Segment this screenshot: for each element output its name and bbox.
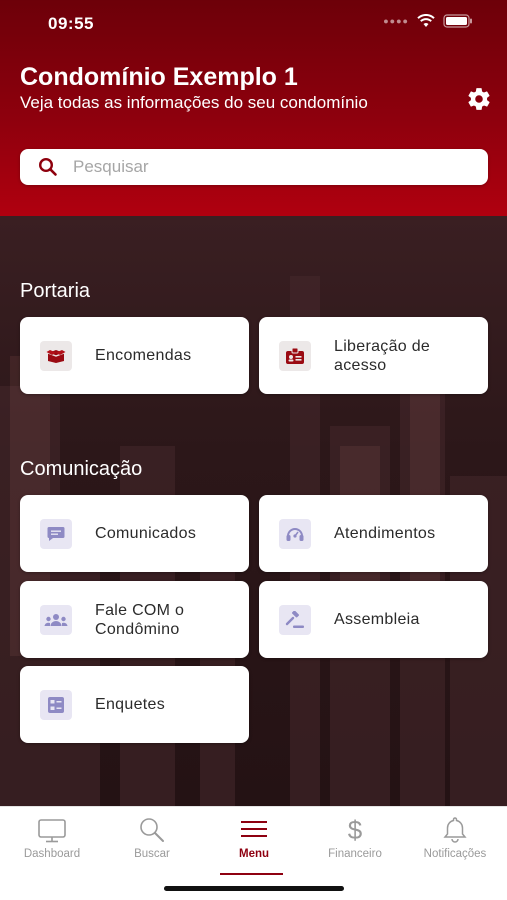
home-indicator	[164, 886, 344, 891]
menu-card-fale-com-condomino[interactable]: Fale COM o Condômino	[20, 581, 249, 658]
monitor-icon	[38, 819, 66, 843]
menu-card-label: Liberação de acesso	[334, 338, 431, 374]
page-title: Condomínio Exemplo 1	[20, 63, 298, 91]
tab-label: Dashboard	[23, 848, 81, 860]
package-icon	[40, 341, 72, 371]
page-subtitle: Veja todas as informações do seu condomí…	[20, 93, 368, 112]
message-icon	[40, 519, 72, 549]
menu-card-label: Atendimentos	[334, 525, 436, 542]
tab-label: Notificações	[423, 848, 487, 860]
battery-icon	[443, 14, 472, 28]
tab-label: Menu	[238, 848, 270, 860]
wifi-icon	[417, 14, 435, 27]
menu-card-liberacao-acesso[interactable]: Liberação de acesso	[259, 317, 488, 394]
bell-icon	[443, 817, 467, 843]
tab-label: Financeiro	[328, 848, 382, 860]
menu-card-encomendas[interactable]: Encomendas	[20, 317, 249, 394]
status-bar: 09:55 ●●●●	[0, 0, 507, 46]
dollar-icon: $	[348, 815, 363, 845]
tab-financeiro[interactable]: $ Financeiro	[305, 815, 405, 860]
header: 09:55 ●●●● Condomínio Exemplo 1 Veja tod…	[0, 0, 507, 216]
id-badge-icon	[279, 341, 311, 371]
menu-card-atendimentos[interactable]: Atendimentos	[259, 495, 488, 572]
poll-icon	[40, 690, 72, 720]
svg-text:$: $	[348, 815, 363, 845]
signal-dots-icon: ●●●●	[383, 16, 409, 26]
menu-card-label: Fale COM o Condômino	[95, 602, 185, 638]
people-icon	[40, 605, 72, 635]
menu-card-assembleia[interactable]: Assembleia	[259, 581, 488, 658]
search-input[interactable]	[73, 149, 473, 185]
menu-icon	[241, 821, 267, 837]
tab-notificacoes[interactable]: Notificações	[405, 815, 505, 860]
menu-card-label: Comunicados	[95, 525, 197, 542]
gavel-icon	[279, 605, 311, 635]
tab-menu[interactable]: Menu	[204, 815, 304, 875]
menu-card-enquetes[interactable]: Enquetes	[20, 666, 249, 743]
section-title-comunicacao: Comunicação	[20, 458, 143, 480]
section-title-portaria: Portaria	[20, 280, 91, 302]
active-tab-indicator	[220, 873, 283, 875]
tab-label: Buscar	[134, 848, 170, 860]
menu-card-label: Enquetes	[95, 696, 166, 713]
search-icon	[140, 818, 164, 842]
menu-card-label: Encomendas	[95, 347, 192, 364]
search-icon	[38, 157, 57, 176]
menu-card-comunicados[interactable]: Comunicados	[20, 495, 249, 572]
status-time: 09:55	[48, 14, 94, 33]
tab-buscar[interactable]: Buscar	[102, 815, 202, 860]
menu-card-label: Assembleia	[334, 611, 420, 628]
search-bar[interactable]	[20, 149, 488, 185]
headset-icon	[279, 519, 311, 549]
gear-icon[interactable]	[466, 86, 492, 112]
tab-dashboard[interactable]: Dashboard	[2, 815, 102, 860]
